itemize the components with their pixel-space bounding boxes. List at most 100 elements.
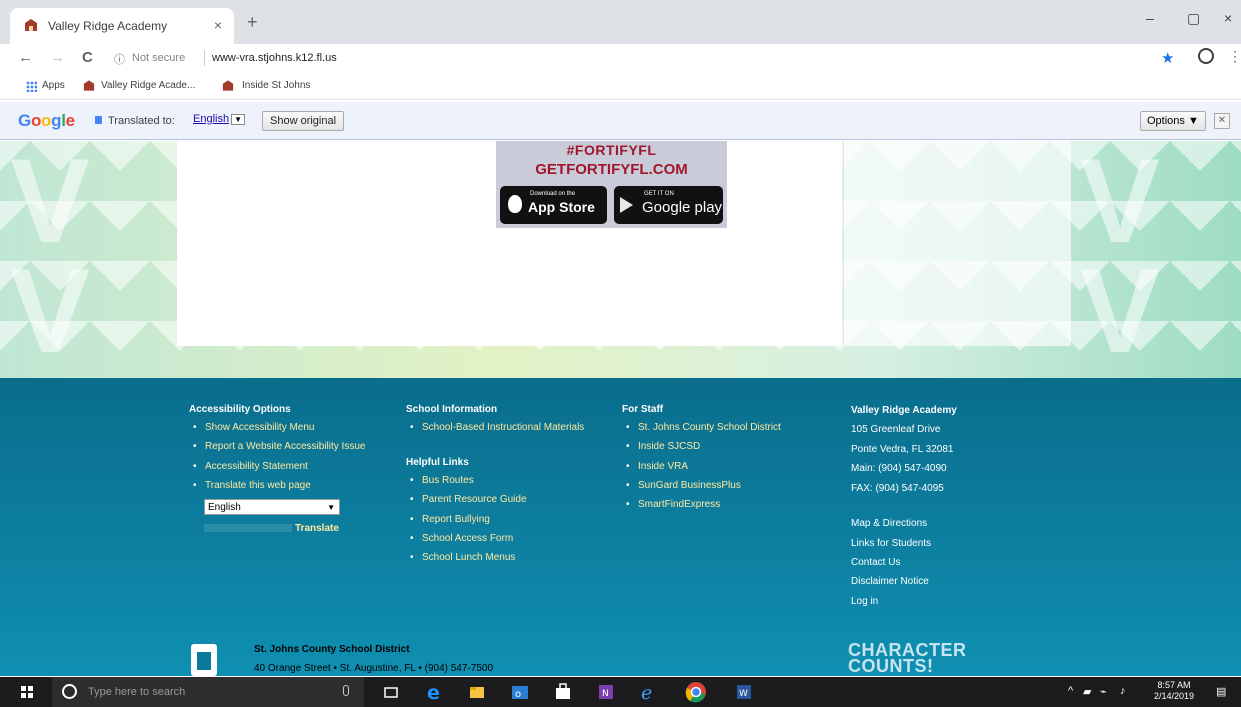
notifications-icon[interactable]: ▤ [1216,685,1226,698]
info-icon[interactable]: ⓘ [114,51,125,67]
footer-link[interactable]: Bus Routes [410,475,474,486]
sidebar-panel [843,141,1071,346]
footer-link[interactable]: School-Based Instructional Materials [410,422,584,433]
tab-close-icon[interactable]: × [214,17,222,33]
district-address: 40 Orange Street • St. Augustine, FL • (… [254,663,493,674]
lock-icon [95,116,102,124]
bookmark-star-icon[interactable]: ★ [1161,49,1174,67]
school-bookmark-icon [222,80,234,91]
search-placeholder: Type here to search [88,686,186,698]
apple-icon [508,195,522,213]
network-icon[interactable]: ▰ [1083,685,1091,698]
bookmark-apps[interactable]: Apps [42,80,65,91]
character-counts-logo: COUNTS! [848,656,934,676]
show-hidden-icons[interactable]: ^ [1068,685,1073,697]
cortana-icon [62,684,77,699]
omnibox-divider [204,50,205,66]
footer-link[interactable]: Links for Students [851,538,931,549]
show-original-button[interactable]: Show original [262,111,345,131]
school-city-line: Ponte Vedra, FL 32081 [851,444,954,455]
svg-text:W: W [739,689,748,699]
helpful-links-heading: Helpful Links [406,457,469,468]
footer-link[interactable]: Accessibility Statement [193,461,308,472]
translate-close-icon[interactable]: ✕ [1214,113,1230,129]
login-link[interactable]: Log in [851,596,878,607]
windows-taskbar: Type here to search e o N e W [0,677,1241,707]
clock-date: 2/14/2019 [1154,691,1195,701]
power-icon[interactable]: ⌁ [1100,685,1107,698]
maximize-button[interactable]: ▢ [1187,10,1200,27]
school-bookmark-icon [83,80,95,91]
footer-link[interactable]: Inside SJCSD [626,441,700,452]
edge-icon[interactable]: e [424,682,444,702]
browser-menu-icon[interactable]: ⋮ [1228,48,1241,65]
footer-link[interactable]: School Lunch Menus [410,552,515,563]
bookmark-inside-st-johns[interactable]: Inside St Johns [242,80,310,91]
apps-grid-icon [26,81,37,92]
footer-link[interactable]: Inside VRA [626,461,688,472]
svg-text:e: e [427,682,440,702]
volume-icon[interactable]: ♪ [1120,685,1126,697]
footer-link[interactable]: St. Johns County School District [626,422,781,433]
for-staff-heading: For Staff [622,404,664,415]
svg-text:N: N [602,689,609,699]
chrome-icon[interactable] [684,680,708,704]
tab-title: Valley Ridge Academy [48,19,168,33]
school-fax: FAX: (904) 547-4095 [851,483,944,494]
footer-link[interactable]: Translate this web page [193,480,311,491]
address-bar[interactable]: ⓘ Not secure www-vra.stjohns.k12.fl.us [106,47,1156,71]
back-button[interactable]: ← [18,49,33,66]
security-label: Not secure [132,52,186,64]
windows-start-icon[interactable] [21,686,33,698]
translate-language-dropdown[interactable]: English ▼ [204,499,340,515]
footer-link[interactable]: Report Bullying [410,514,490,525]
chevron-pattern: V [1080,244,1161,378]
footer-link[interactable]: Map & Directions [851,518,927,529]
app-store-button[interactable]: Download on the App Store [500,186,607,224]
onenote-icon[interactable]: N [596,682,616,702]
profile-avatar-icon[interactable] [1198,48,1214,64]
chevron-pattern: V [10,244,91,378]
fortifyfl-url: GETFORTIFYFL.COM [535,161,688,178]
google-play-button[interactable]: GET IT ON Google play [614,186,723,224]
bookmark-valley-ridge[interactable]: Valley Ridge Acade... [101,80,195,91]
site-footer [0,378,1241,676]
window-close-button[interactable]: × [1224,10,1232,26]
reload-button[interactable]: C [82,49,93,66]
svg-text:o: o [515,689,521,700]
school-address-line: 105 Greenleaf Drive [851,424,941,435]
translate-options-button[interactable]: Options ▼ [1140,111,1206,131]
footer-link[interactable]: Disclaimer Notice [851,576,929,587]
forward-button[interactable]: → [50,49,65,66]
play-icon [620,197,633,213]
outlook-icon[interactable]: o [510,682,530,702]
new-tab-button[interactable]: + [247,12,258,33]
browser-tab[interactable]: Valley Ridge Academy × [10,8,234,44]
school-information-heading: School Information [406,404,498,415]
footer-link[interactable]: Parent Resource Guide [410,494,526,505]
footer-link[interactable]: Report a Website Accessibility Issue [193,441,365,452]
bookmarks-bar: Apps Valley Ridge Acade... Inside St Joh… [0,74,1241,100]
footer-link[interactable]: Contact Us [851,557,900,568]
footer-link[interactable]: Show Accessibility Menu [193,422,314,433]
store-icon[interactable] [553,682,573,702]
file-explorer-icon[interactable] [467,682,487,702]
taskbar-clock[interactable]: 8:57 AM 2/14/2019 [1154,680,1194,702]
footer-link[interactable]: SunGard BusinessPlus [626,480,741,491]
minimize-button[interactable]: – [1146,10,1154,26]
translated-to-label: Translated to: [108,115,175,127]
school-favicon-icon [25,19,37,31]
word-icon[interactable]: W [734,682,754,702]
district-name[interactable]: St. Johns County School District [254,644,410,655]
footer-link[interactable]: School Access Form [410,533,513,544]
school-name-heading: Valley Ridge Academy [851,405,957,416]
translate-language-select[interactable]: English ▼ [193,113,245,129]
internet-explorer-icon[interactable]: e [639,682,659,702]
footer-link[interactable]: SmartFindExpress [626,499,720,510]
browser-toolbar: ← → C ⓘ Not secure www-vra.stjohns.k12.f… [0,44,1241,74]
task-view-icon[interactable] [381,682,401,702]
translate-button[interactable]: Translate [295,523,339,534]
url-text[interactable]: www-vra.stjohns.k12.fl.us [212,52,337,64]
microphone-icon[interactable] [343,685,349,696]
taskbar-search[interactable]: Type here to search [52,677,364,707]
